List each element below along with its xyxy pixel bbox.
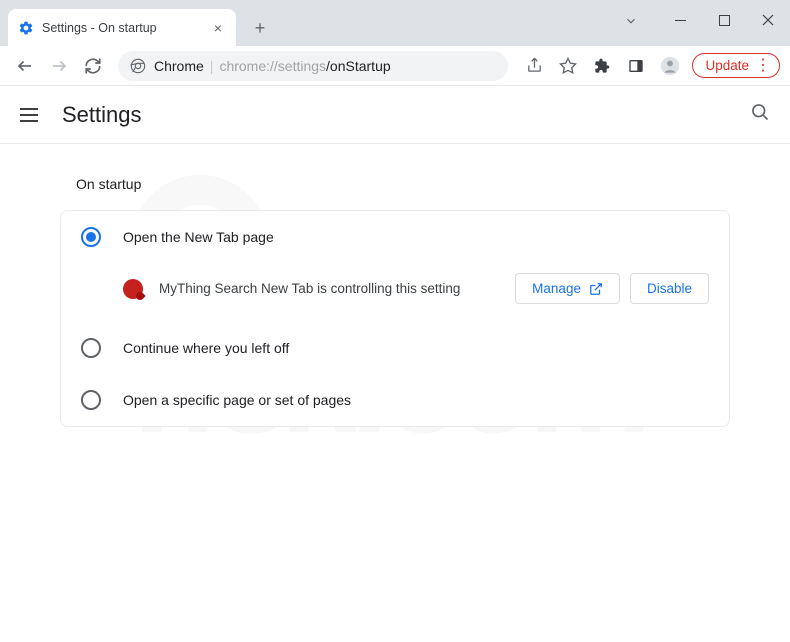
radio-unchecked-icon[interactable]	[81, 338, 101, 358]
update-button[interactable]: Update ⋮	[692, 53, 780, 78]
browser-toolbar: Chrome|chrome://settings/onStartup Updat…	[0, 46, 790, 86]
external-link-icon	[589, 282, 603, 296]
search-icon[interactable]	[750, 102, 770, 127]
hamburger-menu-icon[interactable]	[20, 103, 44, 127]
back-button[interactable]	[10, 51, 40, 81]
option-specific-pages[interactable]: Open a specific page or set of pages	[61, 374, 729, 426]
extension-notice-text: MyThing Search New Tab is controlling th…	[159, 281, 499, 296]
page-title: Settings	[62, 102, 142, 128]
option-label: Continue where you left off	[123, 340, 289, 356]
startup-options-card: Open the New Tab page MyThing Search New…	[60, 210, 730, 427]
window-controls	[658, 0, 790, 40]
profile-icon[interactable]	[654, 51, 686, 81]
tab-title: Settings - On startup	[42, 21, 210, 35]
chevron-down-icon[interactable]	[624, 14, 638, 33]
close-icon[interactable]: ×	[210, 20, 226, 36]
maximize-icon[interactable]	[702, 0, 746, 40]
settings-header: Settings	[0, 86, 790, 144]
option-continue[interactable]: Continue where you left off	[61, 322, 729, 374]
sidepanel-icon[interactable]	[620, 51, 652, 81]
reload-button[interactable]	[78, 51, 108, 81]
share-icon[interactable]	[518, 51, 550, 81]
address-bar[interactable]: Chrome|chrome://settings/onStartup	[118, 51, 508, 81]
option-label: Open a specific page or set of pages	[123, 392, 351, 408]
settings-content: On startup Open the New Tab page MyThing…	[0, 144, 790, 447]
browser-tab[interactable]: Settings - On startup ×	[8, 9, 236, 46]
extensions-icon[interactable]	[586, 51, 618, 81]
extension-app-icon	[123, 279, 143, 299]
manage-button[interactable]: Manage	[515, 273, 620, 304]
forward-button[interactable]	[44, 51, 74, 81]
chrome-icon	[130, 58, 146, 74]
radio-unchecked-icon[interactable]	[81, 390, 101, 410]
new-tab-button[interactable]: +	[246, 14, 274, 42]
disable-button[interactable]: Disable	[630, 273, 709, 304]
address-text: Chrome|chrome://settings/onStartup	[154, 58, 391, 74]
disable-label: Disable	[647, 281, 692, 296]
radio-checked-icon[interactable]	[81, 227, 101, 247]
minimize-icon[interactable]	[658, 0, 702, 40]
settings-gear-icon	[18, 20, 34, 36]
update-label: Update	[705, 58, 749, 73]
extension-control-notice: MyThing Search New Tab is controlling th…	[61, 263, 729, 322]
section-title: On startup	[60, 164, 730, 204]
option-new-tab-page[interactable]: Open the New Tab page	[61, 211, 729, 263]
window-titlebar: Settings - On startup × +	[0, 0, 790, 46]
bookmark-star-icon[interactable]	[552, 51, 584, 81]
close-window-icon[interactable]	[746, 0, 790, 40]
option-label: Open the New Tab page	[123, 229, 274, 245]
manage-label: Manage	[532, 281, 581, 296]
